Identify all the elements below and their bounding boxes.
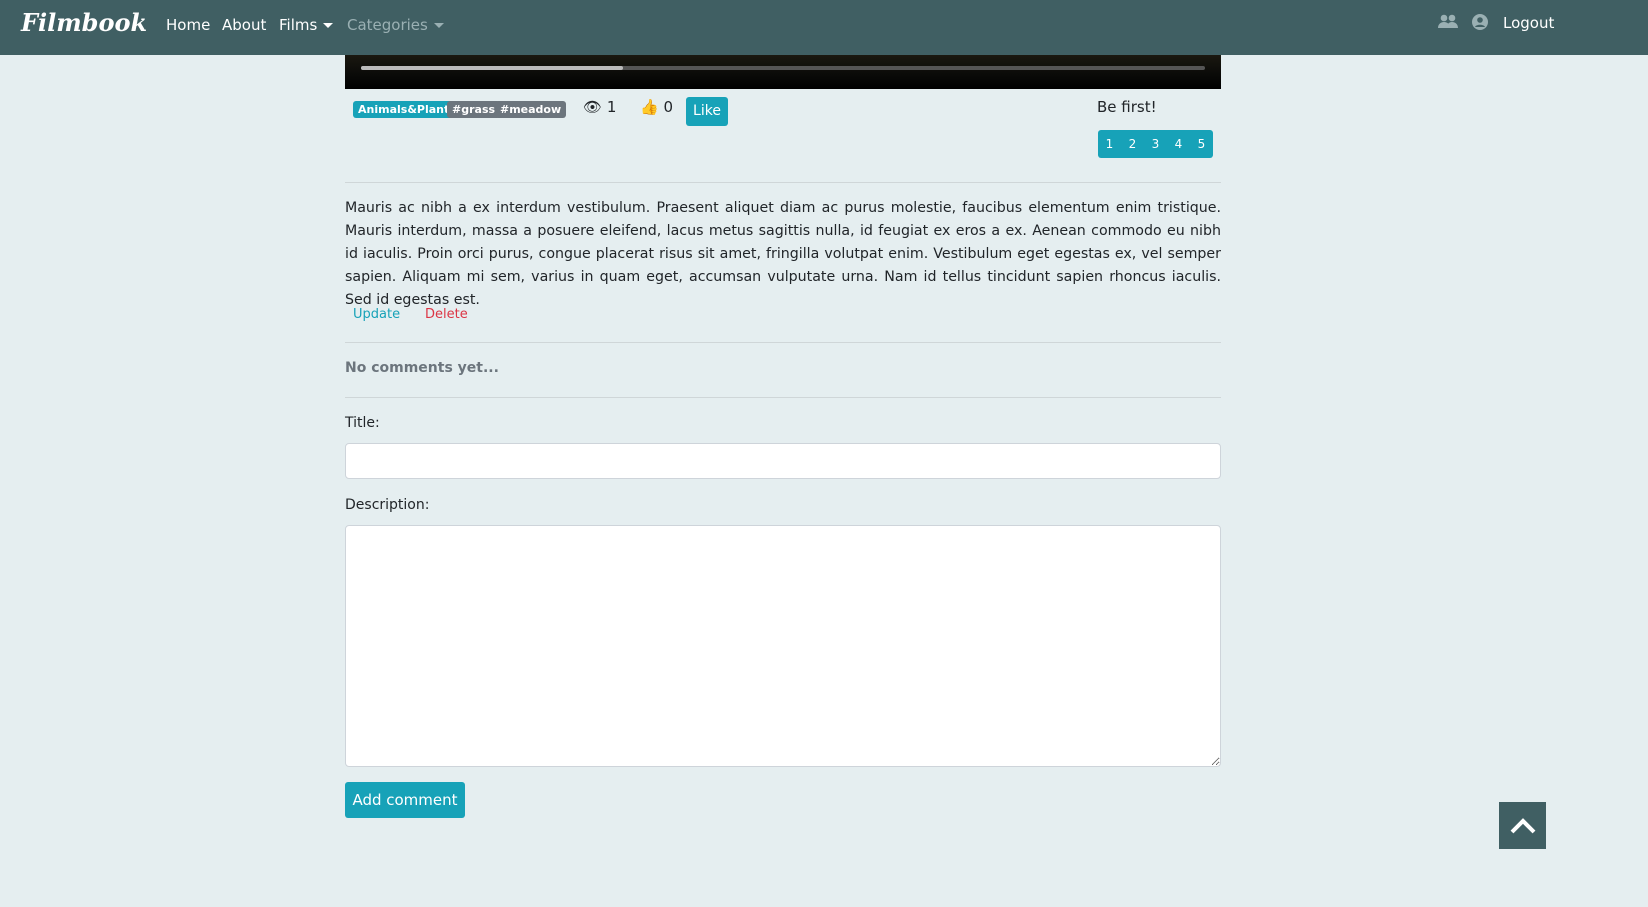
no-comments-text: No comments yet... xyxy=(345,360,499,376)
users-icon[interactable] xyxy=(1438,14,1458,30)
comment-description-textarea[interactable] xyxy=(345,525,1221,767)
rating-prompt: Be first! xyxy=(1097,98,1157,116)
nav-categories-label: Categories xyxy=(347,16,428,34)
views-value: 1 xyxy=(606,98,617,116)
nav-home[interactable]: Home xyxy=(166,16,210,34)
nav-films[interactable]: Films xyxy=(279,16,334,34)
rating-option-2[interactable]: 2 xyxy=(1129,137,1137,151)
video-player[interactable] xyxy=(345,55,1221,89)
tag-badge[interactable]: #grass xyxy=(447,101,501,118)
delete-link[interactable]: Delete xyxy=(425,307,468,322)
brand-logo[interactable]: Filmbook xyxy=(21,8,147,37)
thumbs-up-icon: 👍 xyxy=(640,98,659,116)
nav-films-label: Films xyxy=(279,16,318,34)
nav-about[interactable]: About xyxy=(222,16,266,34)
scroll-top-button[interactable] xyxy=(1499,802,1546,849)
divider xyxy=(345,342,1221,343)
rating-option-4[interactable]: 4 xyxy=(1175,137,1183,151)
likes-value: 0 xyxy=(663,98,674,116)
views-count: 👁 1 xyxy=(583,98,616,116)
rating-option-5[interactable]: 5 xyxy=(1198,137,1206,151)
film-description: Mauris ac nibh a ex interdum vestibulum.… xyxy=(345,200,1221,308)
user-circle-icon[interactable] xyxy=(1472,14,1488,30)
navbar: Filmbook Home About Films Categories Log… xyxy=(0,0,1648,55)
rating-selector: 1 2 3 4 5 xyxy=(1098,130,1213,158)
video-progress-bar[interactable] xyxy=(361,66,1205,70)
description-label: Description: xyxy=(345,497,430,513)
likes-count: 👍 0 xyxy=(640,98,673,116)
rating-option-1[interactable]: 1 xyxy=(1106,137,1114,151)
tag-badge[interactable]: Animals&Plants xyxy=(353,101,461,118)
update-link[interactable]: Update xyxy=(353,307,400,322)
divider xyxy=(345,182,1221,183)
eye-icon: 👁 xyxy=(583,98,603,116)
divider xyxy=(345,397,1221,398)
video-progress-fill xyxy=(361,66,623,70)
add-comment-button[interactable]: Add comment xyxy=(345,782,465,818)
chevron-down-icon xyxy=(433,23,444,28)
logout-link[interactable]: Logout xyxy=(1503,14,1554,32)
like-button[interactable]: Like xyxy=(686,97,728,126)
comment-title-input[interactable] xyxy=(345,443,1221,479)
rating-option-3[interactable]: 3 xyxy=(1152,137,1160,151)
chevron-down-icon xyxy=(323,23,334,28)
title-label: Title: xyxy=(345,415,380,431)
tag-badge[interactable]: #meadow xyxy=(495,101,567,118)
chevron-up-icon xyxy=(1510,817,1535,833)
nav-categories[interactable]: Categories xyxy=(347,16,444,34)
